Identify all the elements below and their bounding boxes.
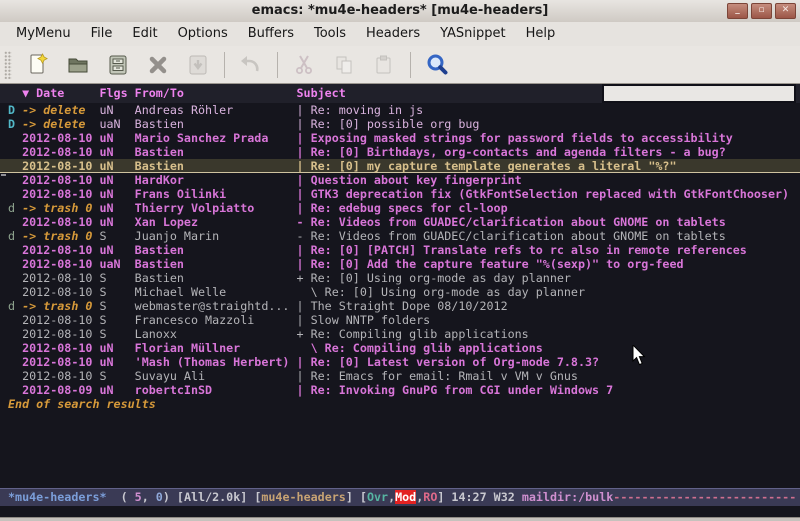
cut-button [284, 48, 324, 82]
undo-button [231, 48, 271, 82]
window-title: emacs: *mu4e-headers* [mu4e-headers] [0, 3, 800, 18]
message-row[interactable]: d -> trash 0 S webmaster@straightd... | … [0, 299, 800, 313]
mode-line-segment: 5 [135, 490, 142, 504]
x-icon [145, 52, 171, 78]
message-row[interactable]: d -> trash 0 S Juanjo Marin - Re: Videos… [0, 229, 800, 243]
message-row[interactable]: 2012-08-10 uN Florian Müllner \ Re: Comp… [0, 341, 800, 355]
message-row[interactable]: 2012-08-10 uN Bastien | Re: [0] [PATCH] … [0, 243, 800, 257]
toolbar-separator [277, 52, 278, 78]
mode-line-segment: 0 [156, 490, 163, 504]
message-row[interactable]: 2012-08-10 uN Bastien | Re: [0] my captu… [0, 159, 800, 173]
mode-line-segment: ) [All/2.0k] [ [163, 490, 262, 504]
maximize-button[interactable]: ▫ [751, 3, 772, 19]
emacs-window: emacs: *mu4e-headers* [mu4e-headers] _▫✕… [0, 0, 800, 521]
mode-line-segment: RO [423, 490, 437, 504]
dired-button[interactable] [98, 48, 138, 82]
menu-file[interactable]: File [81, 22, 123, 46]
mode-line-segment: *mu4e-headers* [8, 490, 107, 504]
minimize-button[interactable]: _ [727, 3, 748, 19]
mode-line-text: *mu4e-headers* ( 5, 0) [All/2.0k] [mu4e-… [0, 489, 800, 506]
mode-line-segment: ( [107, 490, 135, 504]
file-drawer-icon [105, 52, 131, 78]
mode-line-segment: Mod [395, 490, 416, 504]
save-down-icon [185, 52, 211, 78]
message-row[interactable]: d -> trash 0 uN Thierry Volpiatto | Re: … [0, 201, 800, 215]
new-file-icon [25, 52, 51, 78]
emacs-buffer-area: ▼ Date Flgs From/To Subject D -> delete … [0, 84, 800, 517]
new-file-button[interactable] [18, 48, 58, 82]
mode-line-segment: , [142, 490, 156, 504]
message-row[interactable]: D -> delete uaN Bastien | Re: [0] possib… [0, 117, 800, 131]
menu-mymenu[interactable]: MyMenu [6, 22, 81, 46]
menu-bar: MyMenuFileEditOptionsBuffersToolsHeaders… [0, 22, 800, 46]
magnifier-icon [424, 52, 450, 78]
open-folder-icon [65, 52, 91, 78]
message-row[interactable]: D -> delete uN Andreas Röhler | Re: movi… [0, 103, 800, 117]
menu-headers[interactable]: Headers [356, 22, 430, 46]
message-row[interactable]: 2012-08-10 S Francesco Mazzoli | Slow NN… [0, 313, 800, 327]
message-row[interactable]: 2012-08-10 uN Bastien | Re: [0] Birthday… [0, 145, 800, 159]
menu-options[interactable]: Options [168, 22, 238, 46]
menu-tools[interactable]: Tools [304, 22, 356, 46]
message-row[interactable]: 2012-08-10 uN HardKor | Question about k… [0, 173, 800, 187]
toolbar-separator [224, 52, 225, 78]
message-row[interactable]: 2012-08-10 uaN Bastien | Re: [0] Add the… [0, 257, 800, 271]
window-bottom-border [0, 517, 800, 521]
message-row[interactable]: 2012-08-09 uN robertcInSD | Re: Invoking… [0, 383, 800, 397]
headers-column-header-line: ▼ Date Flgs From/To Subject [0, 84, 800, 103]
fringe-mark [1, 174, 6, 176]
message-row[interactable]: 2012-08-10 S Suvayu Ali | Re: Emacs for … [0, 369, 800, 383]
message-row[interactable]: 2012-08-10 uN Mario Sanchez Prada | Expo… [0, 131, 800, 145]
menu-edit[interactable]: Edit [122, 22, 167, 46]
mouse-cursor [632, 345, 646, 366]
message-row[interactable]: 2012-08-10 S Bastien + Re: [0] Using org… [0, 271, 800, 285]
echo-area [0, 506, 800, 517]
mode-line: *mu4e-headers* ( 5, 0) [All/2.0k] [mu4e-… [0, 488, 800, 506]
header-line-blank-strip [602, 84, 796, 103]
toolbar [0, 46, 800, 84]
mode-line-segment: ] [ [346, 490, 367, 504]
toolbar-grip-handle[interactable] [4, 51, 12, 79]
message-list: D -> delete uN Andreas Röhler | Re: movi… [0, 103, 800, 411]
search-button[interactable] [417, 48, 457, 82]
copy-pages-icon [331, 52, 357, 78]
open-file-button[interactable] [58, 48, 98, 82]
menu-yasnippet[interactable]: YASnippet [430, 22, 516, 46]
scissors-icon [291, 52, 317, 78]
mode-line-segment: mu4e-headers [261, 490, 345, 504]
mode-line-segment: maildir:/bulk [522, 490, 613, 504]
mode-line-segment: Ovr [367, 490, 388, 504]
mode-line-segment: -------------------------- [613, 490, 796, 504]
message-row[interactable]: 2012-08-10 S Lanoxx + Re: Compiling glib… [0, 327, 800, 341]
message-row[interactable]: 2012-08-10 S Michael Welle \ Re: [0] Usi… [0, 285, 800, 299]
menu-buffers[interactable]: Buffers [238, 22, 304, 46]
message-row[interactable]: 2012-08-10 uN Xan Lopez - Re: Videos fro… [0, 215, 800, 229]
undo-arrow-icon [238, 52, 264, 78]
title-bar: emacs: *mu4e-headers* [mu4e-headers] _▫✕ [0, 0, 800, 23]
close-button[interactable]: ✕ [775, 3, 796, 19]
toolbar-separator [410, 52, 411, 78]
paste-button [364, 48, 404, 82]
close-buffer-button[interactable] [138, 48, 178, 82]
message-row[interactable]: 2012-08-10 uN Frans Oilinki | GTK3 depre… [0, 187, 800, 201]
menu-help[interactable]: Help [516, 22, 566, 46]
save-buffer-button [178, 48, 218, 82]
mode-line-segment: ] 14:27 W32 [437, 490, 521, 504]
copy-button [324, 48, 364, 82]
end-of-search-results-text: End of search results [0, 397, 800, 411]
window-controls: _▫✕ [727, 3, 796, 19]
message-row[interactable]: 2012-08-10 uN 'Mash (Thomas Herbert) | R… [0, 355, 800, 369]
clipboard-icon [371, 52, 397, 78]
